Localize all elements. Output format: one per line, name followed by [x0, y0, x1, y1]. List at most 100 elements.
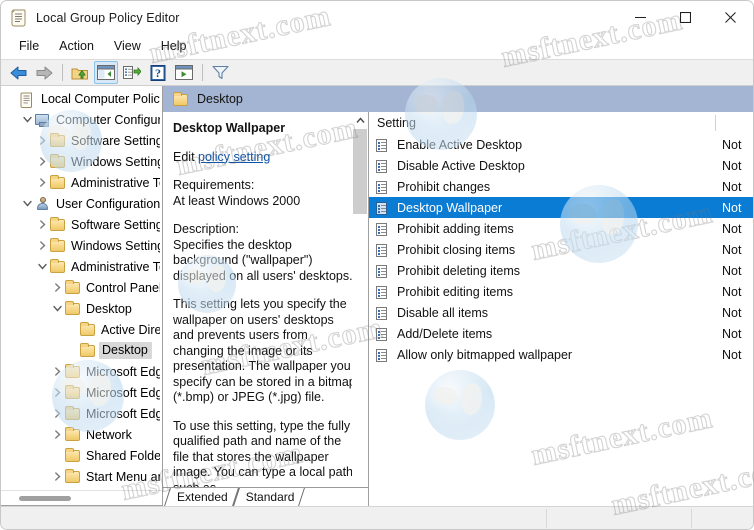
help-button[interactable]: ? [146, 61, 170, 84]
watermark-globe-icon [178, 255, 236, 313]
chevron-right-icon[interactable] [35, 173, 50, 193]
policy-setting-icon [375, 180, 390, 194]
table-row[interactable]: Disable all items Not [369, 302, 753, 323]
detail-scroll-track[interactable] [352, 129, 368, 489]
tree-item-label: User Configuration [56, 196, 160, 211]
forward-button[interactable] [32, 61, 56, 84]
close-button[interactable] [708, 1, 753, 34]
back-button[interactable] [6, 61, 30, 84]
caption-buttons [618, 1, 753, 34]
tree-item-software-settings[interactable]: Software Settings [1, 214, 162, 235]
setting-state: Not [722, 221, 742, 236]
detail-scroll-thumb[interactable] [353, 129, 367, 214]
user-icon [35, 196, 52, 212]
chevron-right-icon[interactable] [50, 425, 65, 445]
tab-standard[interactable]: Standard [232, 488, 306, 506]
show-hide-console-tree-button[interactable] [94, 61, 118, 84]
table-row[interactable]: Prohibit closing items Not [369, 239, 753, 260]
setting-state: Not [722, 326, 742, 341]
tree-hscroll-thumb[interactable] [19, 496, 71, 501]
settings-list[interactable]: Enable Active DesktopNotDisable Active D… [369, 134, 753, 506]
table-row[interactable]: Prohibit deleting items Not [369, 260, 753, 281]
folder-icon [50, 258, 67, 275]
setting-name: Prohibit changes [397, 179, 491, 194]
folder-icon [80, 342, 97, 359]
policy-setting-icon [375, 138, 390, 152]
tree-item-user-configuration[interactable]: User Configuration [1, 193, 162, 214]
folder-icon [65, 279, 82, 296]
tree-item-label: Windows Settings [71, 238, 160, 253]
tree-item-label: Shared Folders [86, 448, 160, 463]
table-row[interactable]: Add/Delete items Not [369, 323, 753, 344]
table-row[interactable]: Disable Active Desktop Not [369, 155, 753, 176]
tree-horizontal-scrollbar[interactable] [1, 490, 162, 505]
chevron-down-icon[interactable] [20, 110, 35, 130]
chevron-right-icon[interactable] [35, 215, 50, 235]
folder-icon [50, 216, 67, 233]
tree-item-desktop[interactable]: Desktop [1, 340, 162, 361]
column-divider[interactable] [715, 115, 716, 131]
policy-setting-link[interactable]: policy setting [198, 150, 270, 164]
status-divider-1 [546, 509, 547, 528]
chevron-right-icon[interactable] [35, 236, 50, 256]
policy-setting-icon [375, 327, 390, 341]
tree-item-local-computer-policy[interactable]: Local Computer Policy [1, 88, 162, 109]
chevron-down-icon[interactable] [20, 194, 35, 214]
menu-action[interactable]: Action [49, 36, 104, 57]
folder-icon [80, 321, 97, 338]
setting-state: Not [722, 305, 742, 320]
requirements-value: At least Windows 2000 [173, 193, 301, 208]
folder-icon [65, 468, 82, 485]
edit-policy-line: Edit policy setting [173, 150, 358, 166]
policy-setting-icon [375, 222, 390, 236]
policy-setting-icon [375, 243, 390, 257]
tree-item-shared-folders[interactable]: Shared Folders [1, 445, 162, 466]
tree-item-control-panel[interactable]: Control Panel [1, 277, 162, 298]
table-row[interactable]: Allow only bitmapped wallpaper Not [369, 344, 753, 365]
setting-name: Disable all items [397, 305, 489, 320]
minimize-button[interactable] [618, 1, 663, 34]
chevron-right-icon[interactable] [50, 467, 65, 487]
policy-setting-icon [375, 285, 390, 299]
tab-extended[interactable]: Extended [164, 488, 239, 506]
maximize-button[interactable] [663, 1, 708, 34]
up-one-level-button[interactable] [68, 61, 92, 84]
filter-button[interactable] [208, 61, 232, 84]
folder-icon [50, 174, 67, 191]
scroll-up-icon[interactable] [352, 112, 368, 129]
tree-item-desktop[interactable]: Desktop [1, 298, 162, 319]
menu-help[interactable]: Help [151, 36, 197, 57]
setting-state: Not [722, 263, 742, 278]
tree-item-label: Administrative Templates [71, 175, 160, 190]
setting-name: Add/Delete items [397, 326, 493, 341]
tab-standard-label: Standard [245, 490, 295, 504]
tree-item-label: Local Computer Policy [41, 91, 160, 106]
export-list-button[interactable] [120, 61, 144, 84]
results-pane: Desktop Desktop Wallpaper Edit policy se… [163, 86, 753, 506]
window-title: Local Group Policy Editor [36, 10, 180, 25]
menu-file[interactable]: File [9, 36, 49, 57]
tree-item-active-directory[interactable]: Active Directory [1, 319, 162, 340]
table-row[interactable]: Prohibit changes Not [369, 176, 753, 197]
tree-item-administrative-templates[interactable]: Administrative Templates [1, 172, 162, 193]
chevron-down-icon[interactable] [35, 257, 50, 277]
properties-button[interactable] [172, 61, 196, 84]
folder-icon [65, 447, 82, 464]
tree-item-label: Desktop [99, 342, 152, 359]
chevron-right-icon[interactable] [50, 278, 65, 298]
detail-vertical-scrollbar[interactable] [352, 112, 368, 506]
setting-state: Not [722, 137, 742, 152]
setting-state: Not [722, 242, 742, 257]
tree-item-windows-settings[interactable]: Windows Settings [1, 235, 162, 256]
chevron-down-icon[interactable] [50, 299, 65, 319]
tree-item-start-menu-and-taskbar[interactable]: Start Menu and Taskbar [1, 466, 162, 487]
policy-setting-icon [375, 159, 390, 173]
menu-view[interactable]: View [104, 36, 151, 57]
policy-setting-icon [375, 201, 390, 215]
description-paragraph-2: This setting lets you specify the wallpa… [173, 297, 356, 404]
description-label: Description: [173, 222, 239, 236]
table-row[interactable]: Prohibit editing items Not [369, 281, 753, 302]
setting-name: Allow only bitmapped wallpaper [397, 347, 573, 362]
tree-item-administrative-templates[interactable]: Administrative Templates [1, 256, 162, 277]
description-paragraph-3: To use this setting, type the fully qual… [173, 418, 357, 488]
